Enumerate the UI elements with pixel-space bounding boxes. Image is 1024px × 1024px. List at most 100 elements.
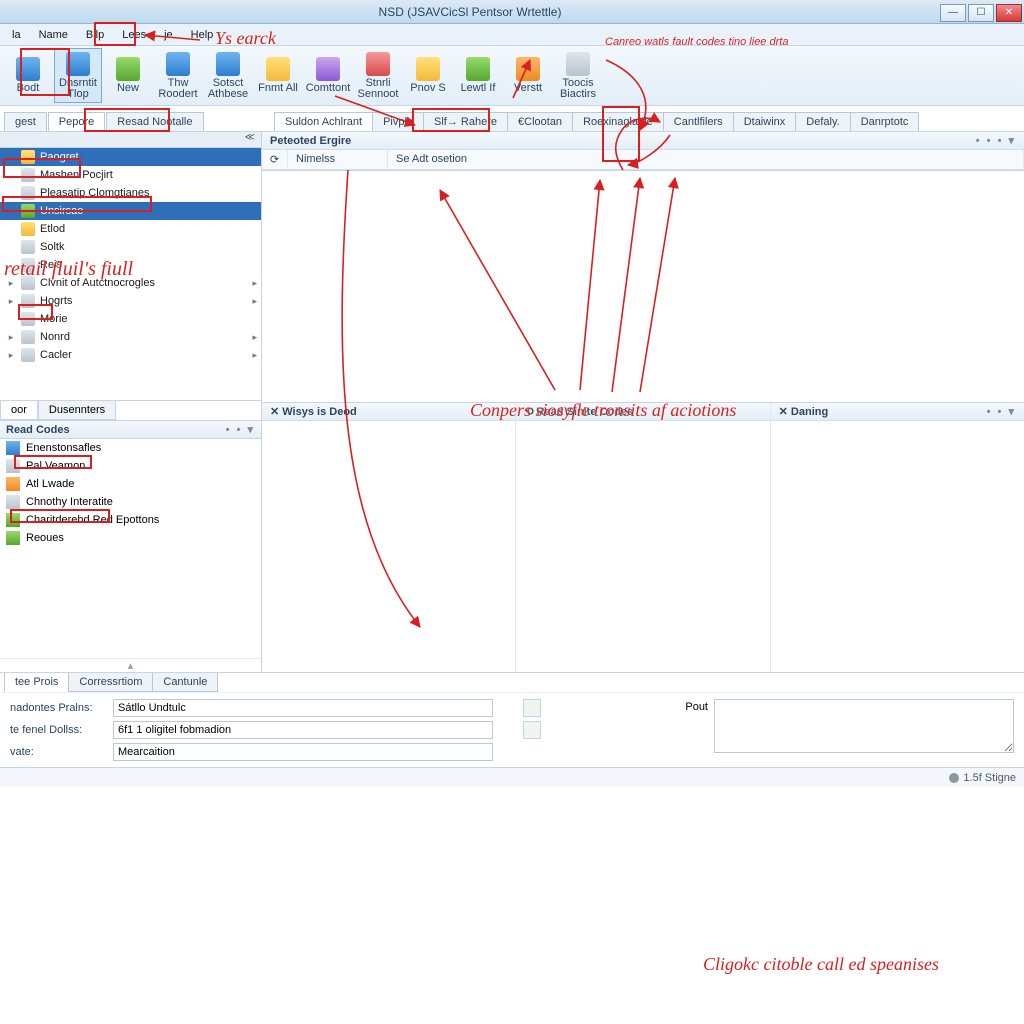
toolbar-label: Toocis Biactirs (556, 78, 600, 100)
section-menu-icon[interactable]: • • • ▾ (976, 134, 1016, 147)
bottom-tab-tee-prois[interactable]: tee Prois (4, 673, 69, 692)
sidebar: ≪ PaogretMashen PocjirtPleasatip Clomgti… (0, 132, 262, 672)
toolbar-verstt[interactable]: Verstt (504, 48, 552, 103)
minimize-button[interactable]: — (940, 4, 966, 22)
toolbar-bodt[interactable]: Bodt (4, 48, 52, 103)
content-tab-defaly-[interactable]: Defaly. (795, 112, 850, 131)
side-tab-dusennters[interactable]: Dusennters (38, 401, 116, 420)
sidebar-scrollbar[interactable]: ▴ (0, 658, 261, 672)
expand-icon[interactable]: ▸ (6, 350, 16, 361)
bottom-tab-corressrtiom[interactable]: Corressrtiom (68, 673, 153, 692)
left-tab-gest[interactable]: gest (4, 112, 47, 131)
code-label: Reoues (26, 532, 64, 544)
expand-icon[interactable]: ▸ (6, 296, 16, 307)
tree-label: Cacler (40, 349, 72, 361)
form-textarea[interactable] (714, 699, 1014, 753)
toolbar-dnsrntit-tlop[interactable]: Dnsrntit Tlop (54, 48, 102, 103)
content-tab--clootan[interactable]: €Clootan (507, 112, 573, 131)
code-icon (6, 531, 20, 545)
toolbar-fnmt-all[interactable]: Fnmt All (254, 48, 302, 103)
tree-node-cacler[interactable]: ▸Cacler▸ (0, 346, 261, 364)
toolbar-label: New (117, 83, 139, 94)
menu-help[interactable]: Help (183, 27, 222, 43)
form-input-2[interactable] (113, 721, 493, 739)
read-codes-menu-icon[interactable]: • • ▾ (226, 423, 255, 436)
menu-bilp[interactable]: Bilp (78, 27, 112, 43)
content-tab-cantlfilers[interactable]: Cantlfilers (663, 112, 734, 131)
tree-node-paogret[interactable]: Paogret (0, 148, 261, 166)
tree-node-mashen-pocjirt[interactable]: Mashen Pocjirt (0, 166, 261, 184)
code-item-enenstonsafles[interactable]: Enenstonsafles (0, 439, 261, 457)
form-mini-icon-2[interactable] (523, 721, 541, 739)
content-tab-suldon-achlrant[interactable]: Suldon Achlrant (274, 112, 373, 131)
side-tab-oor[interactable]: oor (0, 401, 38, 420)
window-titlebar: NSD (JSAVCicSl Pentsor Wrtettle) — ☐ ✕ (0, 0, 1024, 24)
toolbar-label: Sotsct Athbese (206, 78, 250, 100)
toolbar-new[interactable]: New (104, 48, 152, 103)
tree-node-reis[interactable]: Reis (0, 256, 261, 274)
maximize-button[interactable]: ☐ (968, 4, 994, 22)
expand-icon[interactable]: ▸ (6, 332, 16, 343)
code-item-atl-lwade[interactable]: Atl Lwade (0, 475, 261, 493)
tree-label: Morie (40, 313, 68, 325)
close-button[interactable]: ✕ (996, 4, 1022, 22)
toolbar-sotsct-athbese[interactable]: Sotsct Athbese (204, 48, 252, 103)
toolbar-comttont[interactable]: Comttont (304, 48, 352, 103)
toolbar-stnrli-sennoot[interactable]: Stnrli Sennoot (354, 48, 402, 103)
panel2-body[interactable] (516, 421, 769, 672)
toolbar-lewtl-if[interactable]: Lewtl If (454, 48, 502, 103)
code-item-charitderehd-red-epottons[interactable]: Charitderehd Red Epottons (0, 511, 261, 529)
menu-lees[interactable]: Lees (114, 27, 154, 43)
section-header: Peteoted Ergire • • • ▾ (262, 132, 1024, 150)
menu-la[interactable]: la (4, 27, 29, 43)
panel1-body[interactable] (262, 421, 515, 672)
content-tab-dtaiwinx[interactable]: Dtaiwinx (733, 112, 797, 131)
bottom-tab-cantunle[interactable]: Cantunle (152, 673, 218, 692)
grid-col-2[interactable]: Se Adt osetion (388, 150, 1024, 169)
content-tab-danrptotc[interactable]: Danrptotc (850, 112, 920, 131)
menu-name[interactable]: Name (31, 27, 76, 43)
tree-collapse-toggle[interactable]: ≪ (0, 132, 261, 148)
code-item-chnothy-interatite[interactable]: Chnothy Interatite (0, 493, 261, 511)
tree-node-hogrts[interactable]: ▸Hogrts▸ (0, 292, 261, 310)
panel3-title: ✕ Daning (779, 405, 829, 418)
status-bar: 1.5f Stigne (0, 767, 1024, 787)
toolbar-icon (266, 57, 290, 81)
form-input-3[interactable] (113, 743, 493, 761)
read-codes-header: Read Codes • • ▾ (0, 420, 261, 439)
toolbar-thw-roodert[interactable]: Thw Roodert (154, 48, 202, 103)
tree-node-morie[interactable]: Morie (0, 310, 261, 328)
panel3-menu-icon[interactable]: • • ▾ (987, 405, 1016, 418)
left-tab-pepore[interactable]: Pepore (48, 112, 105, 131)
form-input-1[interactable] (113, 699, 493, 717)
toolbar-label: Lewtl If (461, 83, 496, 94)
form-mini-icon-1[interactable] (523, 699, 541, 717)
toolbar-label: Bodt (17, 83, 40, 94)
toolbar-pnov-s[interactable]: Pnov S (404, 48, 452, 103)
tree-node-nonrd[interactable]: ▸Nonrd▸ (0, 328, 261, 346)
content-tabs: Suldon AchlrantPivpleSlf→ Rahere€Clootan… (260, 112, 1024, 131)
tree-node-etlod[interactable]: Etlod (0, 220, 261, 238)
left-tab-resad-nootalle[interactable]: Resad Nootalle (106, 112, 203, 131)
content-tab-roexinaglagle[interactable]: Roexinaglagle (572, 112, 664, 131)
content-tab-slf-rahere[interactable]: Slf→ Rahere (423, 112, 508, 131)
tree-node-soltk[interactable]: Soltk (0, 238, 261, 256)
grid-body[interactable] (262, 171, 1024, 402)
menu-je[interactable]: je (156, 27, 181, 43)
content-tab-pivple[interactable]: Pivple (372, 112, 424, 131)
toolbar-toocis-biactirs[interactable]: Toocis Biactirs (554, 48, 602, 103)
tree-node-pleasatip-clomgtianes[interactable]: Pleasatip Clomgtianes (0, 184, 261, 202)
tree-icon (21, 186, 35, 200)
panel3-body[interactable] (771, 421, 1024, 672)
code-item-pal-veamon[interactable]: Pal Veamon (0, 457, 261, 475)
grid-col-icon[interactable]: ⟳ (262, 150, 288, 169)
grid-col-1[interactable]: Nimelss (288, 150, 388, 169)
tree-icon (21, 150, 35, 164)
code-label: Pal Veamon (26, 460, 85, 472)
expand-icon[interactable]: ▸ (6, 278, 16, 289)
panel2-title: ⟲ Read Sinite Codes (524, 405, 633, 418)
tree-node-clvnit-of-autctnocrogles[interactable]: ▸Clvnit of Autctnocrogles▸ (0, 274, 261, 292)
code-item-reoues[interactable]: Reoues (0, 529, 261, 547)
toolbar-icon (466, 57, 490, 81)
tree-node-unsirsae[interactable]: Unsirsae (0, 202, 261, 220)
